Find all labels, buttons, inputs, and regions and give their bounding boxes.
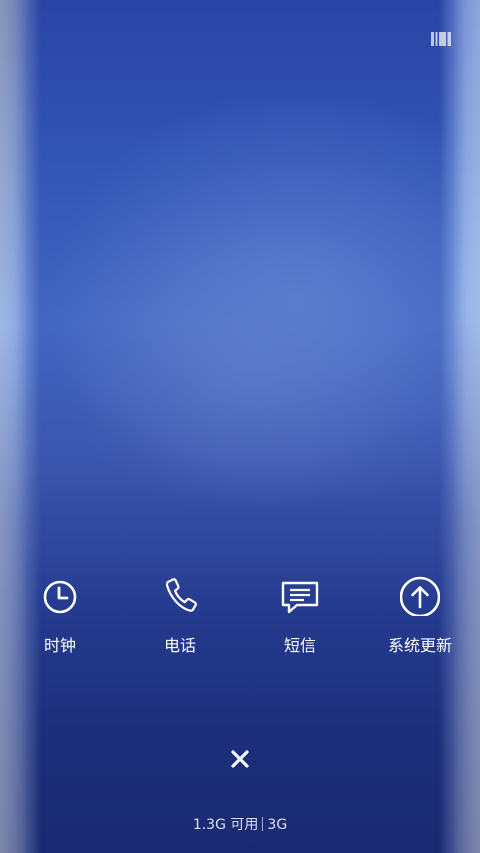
shortcut-label: 系统更新: [387, 636, 452, 655]
arrow-up-circle-icon: [400, 572, 440, 616]
shortcut-system-update[interactable]: 系统更新: [370, 568, 470, 664]
shortcut-label: 电话: [163, 636, 196, 655]
shortcut-label: 时钟: [43, 636, 76, 655]
message-icon: [280, 572, 320, 616]
close-icon: [231, 750, 249, 768]
shortcut-messages[interactable]: 短信: [250, 568, 350, 664]
memory-available: 1.3G 可用: [192, 817, 259, 833]
clock-icon: [40, 572, 80, 616]
shortcut-clock[interactable]: 时钟: [10, 568, 110, 664]
shortcut-label: 短信: [283, 636, 316, 655]
task-manager-icon[interactable]: [431, 31, 451, 46]
memory-info: 1.3G 可用 3G: [0, 815, 480, 835]
close-button[interactable]: [220, 739, 260, 779]
shortcut-phone[interactable]: 电话: [130, 568, 230, 664]
phone-icon: [160, 572, 200, 616]
wallpaper: [0, 0, 480, 853]
memory-separator: [262, 817, 264, 831]
memory-total: 3G: [267, 817, 288, 833]
